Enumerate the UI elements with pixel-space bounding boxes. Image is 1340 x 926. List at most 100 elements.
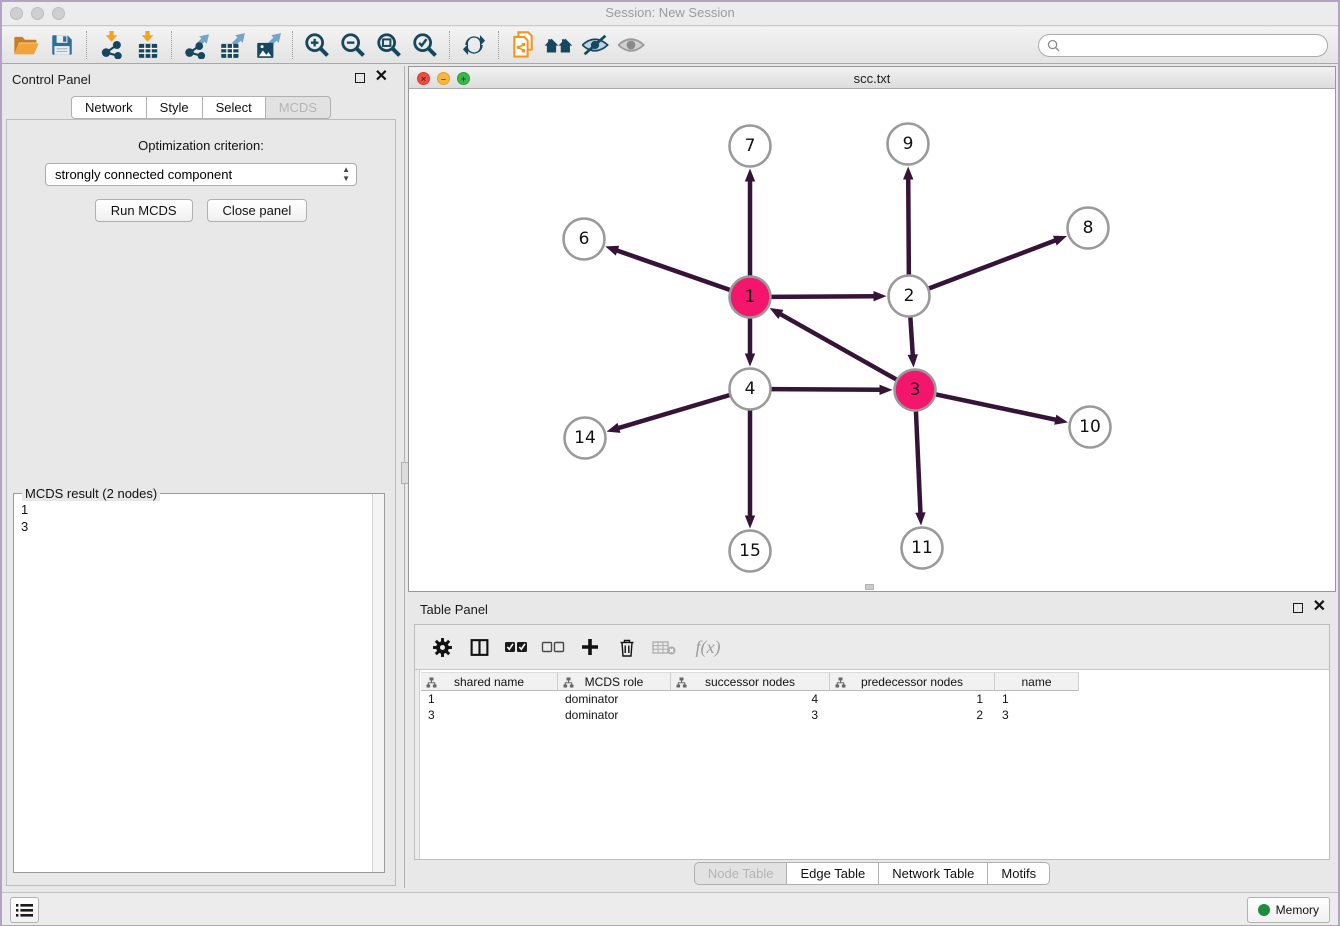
cell-successor-nodes[interactable]: 3 — [671, 707, 830, 723]
table-float-icon[interactable] — [1293, 603, 1303, 613]
cell-predecessor-nodes[interactable]: 2 — [830, 707, 995, 723]
gear-icon — [432, 637, 453, 658]
close-panel-icon[interactable]: ✕ — [375, 68, 388, 86]
cell-predecessor-nodes[interactable]: 1 — [830, 691, 995, 707]
run-mcds-button[interactable]: Run MCDS — [95, 199, 193, 222]
toolbar-separator — [449, 31, 450, 59]
delete-table-button[interactable] — [649, 632, 679, 662]
set-columns-visible-button[interactable] — [501, 632, 531, 662]
graph-edge-arrowhead — [770, 308, 784, 319]
memory-button[interactable]: Memory — [1247, 897, 1330, 923]
zoom-fit-icon — [375, 31, 403, 59]
import-table-button[interactable] — [129, 29, 165, 61]
export-network-icon — [182, 31, 210, 59]
zoom-selected-button[interactable] — [407, 29, 443, 61]
close-panel-button[interactable]: Close panel — [207, 199, 308, 222]
graph-edge-2-9[interactable] — [908, 177, 909, 274]
column-header-name[interactable]: name — [995, 672, 1079, 691]
export-table-button[interactable] — [214, 29, 250, 61]
cell-shared-name[interactable]: 1 — [421, 691, 558, 707]
graph-node-label-11: 11 — [911, 538, 933, 558]
unset-columns-visible-button[interactable] — [538, 632, 568, 662]
cell-shared-name[interactable]: 3 — [421, 707, 558, 723]
zoom-fit-button[interactable] — [371, 29, 407, 61]
table-close-icon[interactable]: ✕ — [1313, 598, 1326, 616]
cell-MCDS-role[interactable]: dominator — [558, 707, 671, 723]
list-icon — [16, 903, 33, 918]
graph-node-label-3: 3 — [910, 380, 921, 400]
save-session-button[interactable] — [44, 29, 80, 61]
show-all-button[interactable] — [613, 29, 649, 61]
cell-MCDS-role[interactable]: dominator — [558, 691, 671, 707]
tab-network-table[interactable]: Network Table — [878, 862, 988, 885]
tab-node-table[interactable]: Node Table — [694, 862, 788, 885]
column-header-shared-name[interactable]: shared name — [421, 672, 558, 691]
graph-edge-1-2[interactable] — [771, 296, 875, 297]
tab-mcds[interactable]: MCDS — [265, 96, 331, 119]
cell-name[interactable]: 3 — [995, 707, 1079, 723]
search-box[interactable] — [1038, 34, 1328, 57]
network-from-selection-button[interactable] — [505, 29, 541, 61]
apply-layout-button[interactable] — [456, 29, 492, 61]
table-row[interactable]: 3dominator323 — [421, 707, 1329, 723]
zoom-out-button[interactable] — [335, 29, 371, 61]
graph-edge-2-8[interactable] — [929, 240, 1057, 288]
tab-edge-table[interactable]: Edge Table — [786, 862, 879, 885]
fx-icon: f(x) — [696, 637, 721, 658]
show-columns-button[interactable] — [464, 632, 494, 662]
export-image-icon — [254, 31, 282, 59]
table-panel-header: Table Panel ✕ — [408, 596, 1336, 622]
table-toolbar: f(x) — [415, 625, 1329, 670]
table-panel-title: Table Panel — [420, 602, 488, 617]
column-header-MCDS-role[interactable]: MCDS role — [558, 672, 671, 691]
import-network-button[interactable] — [93, 29, 129, 61]
optimization-select[interactable]: strongly connected component ▲▼ — [45, 163, 357, 186]
network-window-titlebar[interactable]: × – + scc.txt — [409, 67, 1335, 89]
mcds-result-text[interactable]: 1 3 — [15, 497, 371, 871]
zoom-in-button[interactable] — [299, 29, 335, 61]
export-network-button[interactable] — [178, 29, 214, 61]
panel-splitter[interactable] — [403, 66, 407, 888]
column-header-predecessor-nodes[interactable]: predecessor nodes — [830, 672, 995, 691]
table-tabs: Node TableEdge TableNetwork TableMotifs — [408, 862, 1336, 885]
memory-status-icon — [1258, 904, 1270, 916]
hide-selected-button[interactable] — [577, 29, 613, 61]
cell-name[interactable]: 1 — [995, 691, 1079, 707]
graph-edge-2-3[interactable] — [910, 317, 912, 356]
canvas-scroll-thumb[interactable] — [865, 584, 874, 590]
tab-motifs[interactable]: Motifs — [987, 862, 1050, 885]
float-panel-icon[interactable] — [355, 73, 365, 83]
graph-edge-4-14[interactable] — [617, 395, 729, 428]
result-scrollbar[interactable] — [372, 494, 384, 872]
graph-node-label-8: 8 — [1083, 218, 1094, 238]
unchecked-boxes-icon — [541, 639, 565, 655]
graph-edge-3-10[interactable] — [936, 394, 1057, 420]
task-history-button[interactable] — [10, 897, 39, 923]
cell-successor-nodes[interactable]: 4 — [671, 691, 830, 707]
eye-slash-icon — [580, 32, 610, 58]
search-input[interactable] — [1060, 38, 1310, 52]
open-file-button[interactable] — [8, 29, 44, 61]
export-image-button[interactable] — [250, 29, 286, 61]
memory-label: Memory — [1276, 903, 1319, 917]
tab-style[interactable]: Style — [146, 96, 203, 119]
graph-edge-3-11[interactable] — [916, 411, 921, 514]
mcds-result-group: MCDS result (2 nodes) 1 3 — [13, 493, 385, 873]
delete-column-button[interactable] — [612, 632, 642, 662]
graph-edge-arrowhead — [908, 354, 918, 367]
network-canvas[interactable]: 1234678910111415 — [409, 89, 1335, 591]
column-header-successor-nodes[interactable]: successor nodes — [671, 672, 830, 691]
table-row[interactable]: 1dominator411 — [421, 691, 1329, 707]
graph-edge-4-3[interactable] — [771, 389, 881, 390]
tab-network[interactable]: Network — [71, 96, 147, 119]
open-home-button[interactable] — [541, 29, 577, 61]
add-column-button[interactable] — [575, 632, 605, 662]
table-options-button[interactable] — [427, 632, 457, 662]
graph-edge-1-6[interactable] — [616, 250, 730, 290]
function-builder-button[interactable]: f(x) — [686, 632, 730, 662]
status-bar: Memory — [0, 892, 1340, 926]
graph-edge-3-1[interactable] — [779, 313, 896, 379]
graph-edge-arrowhead — [1054, 415, 1068, 425]
tab-select[interactable]: Select — [202, 96, 266, 119]
graph-edge-arrowhead — [745, 516, 755, 529]
